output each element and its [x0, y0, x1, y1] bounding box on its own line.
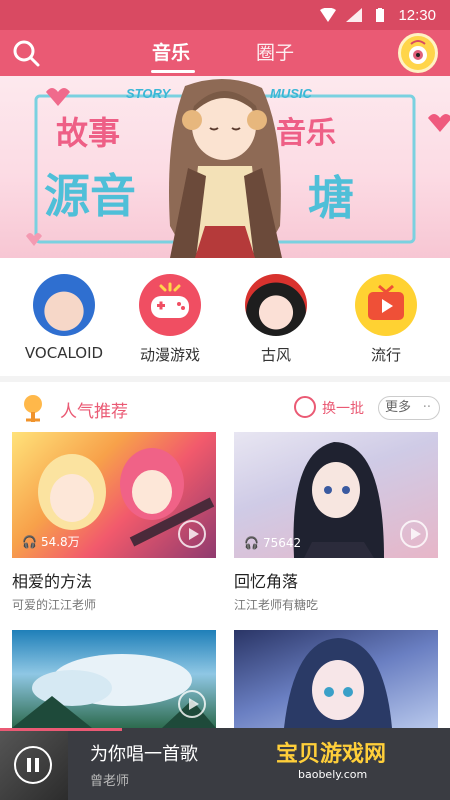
more-button[interactable]: 更多 ·· [378, 396, 440, 420]
song-title: 相爱的方法 [12, 572, 93, 591]
status-bar: 12:30 [0, 0, 450, 30]
banner[interactable]: STORY MUSIC 故事 源音 音乐 塘 [0, 76, 450, 258]
headphones-icon: 🎧 [244, 536, 259, 550]
avatar[interactable] [398, 33, 438, 73]
play-count-value: 75642 [262, 536, 302, 550]
banner-right-title: 音乐 [276, 116, 336, 151]
banner-left-title: 故事 [56, 114, 121, 152]
wifi-icon [320, 8, 337, 22]
top-nav: 音乐 圈子 [0, 30, 450, 76]
banner-right-tag: MUSIC [270, 86, 312, 101]
banner-left-title2: 源音 [44, 169, 136, 223]
now-playing-title: 为你唱一首歌 [90, 744, 198, 765]
song-card[interactable]: 🎧 75642 回忆角落 江江老师有糖吃 [234, 432, 438, 613]
song-card[interactable] [234, 630, 438, 728]
category-label: 动漫游戏 [139, 346, 200, 364]
tab-music[interactable]: 音乐 [152, 38, 190, 65]
category-label: 流行 [370, 346, 401, 364]
microphone-icon [24, 395, 42, 422]
more-label: 更多 [385, 400, 412, 415]
play-icon[interactable] [178, 520, 206, 548]
category-row: VOCALOID 动漫游戏 古风 流行 [0, 262, 450, 372]
search-icon[interactable] [10, 37, 42, 69]
category-anime-game[interactable]: 动漫游戏 [120, 274, 220, 365]
song-cover [12, 630, 216, 728]
song-card[interactable]: 🎧 54.8万 相爱的方法 可爱的江江老师 [12, 432, 216, 613]
song-cover: 🎧 75642 [234, 432, 438, 558]
watermark-text: 宝贝游戏网 [276, 742, 387, 767]
now-playing-artist: 曾老师 [90, 774, 130, 789]
avatar-face-icon [409, 40, 427, 64]
category-vocaloid[interactable]: VOCALOID [14, 274, 114, 362]
now-playing-bar[interactable]: 为你唱一首歌 曾老师 宝贝游戏网 baobely.com [0, 728, 450, 800]
play-count-value: 54.8万 [40, 535, 80, 549]
song-author: 江江老师有糖吃 [234, 598, 319, 612]
headphones-icon: 🎧 [22, 534, 37, 549]
tab-indicator [151, 70, 195, 73]
section-divider [0, 376, 450, 382]
category-pop[interactable]: 流行 [336, 274, 436, 365]
category-gufeng[interactable]: 古风 [226, 274, 326, 365]
play-count: 🎧 75642 [244, 536, 301, 550]
signal-icon [346, 8, 363, 22]
watermark-url: baobely.com [298, 768, 368, 781]
tv-play-icon [355, 274, 417, 336]
opera-mask-icon [245, 274, 307, 336]
tv-glyph-icon [368, 284, 404, 320]
gamepad-glyph-icon [151, 282, 189, 318]
status-time: 12:30 [398, 6, 436, 24]
song-cover [234, 630, 438, 728]
more-dots-icon: ·· [422, 400, 431, 415]
tab-circle[interactable]: 圈子 [256, 38, 294, 65]
refresh-icon[interactable] [294, 396, 316, 418]
play-count: 🎧 54.8万 [22, 533, 80, 550]
cover-art [284, 638, 392, 728]
gamepad-icon [139, 274, 201, 336]
vocaloid-icon [33, 274, 95, 336]
pause-button[interactable] [14, 746, 52, 784]
play-icon[interactable] [400, 520, 428, 548]
section-title: 人气推荐 [60, 402, 128, 422]
banner-left-tag: STORY [126, 86, 171, 101]
play-icon[interactable] [178, 690, 206, 718]
banner-right-title2: 塘 [308, 171, 354, 225]
song-title: 回忆角落 [234, 572, 299, 591]
battery-icon [376, 8, 385, 22]
song-card[interactable] [12, 630, 216, 728]
category-label: VOCALOID [24, 344, 104, 362]
recommend-header: 人气推荐 换一批 更多 ·· [0, 388, 450, 428]
song-author: 可爱的江江老师 [12, 598, 97, 612]
category-label: 古风 [260, 346, 291, 364]
song-cover: 🎧 54.8万 [12, 432, 216, 558]
refresh-button[interactable]: 换一批 [322, 398, 364, 418]
